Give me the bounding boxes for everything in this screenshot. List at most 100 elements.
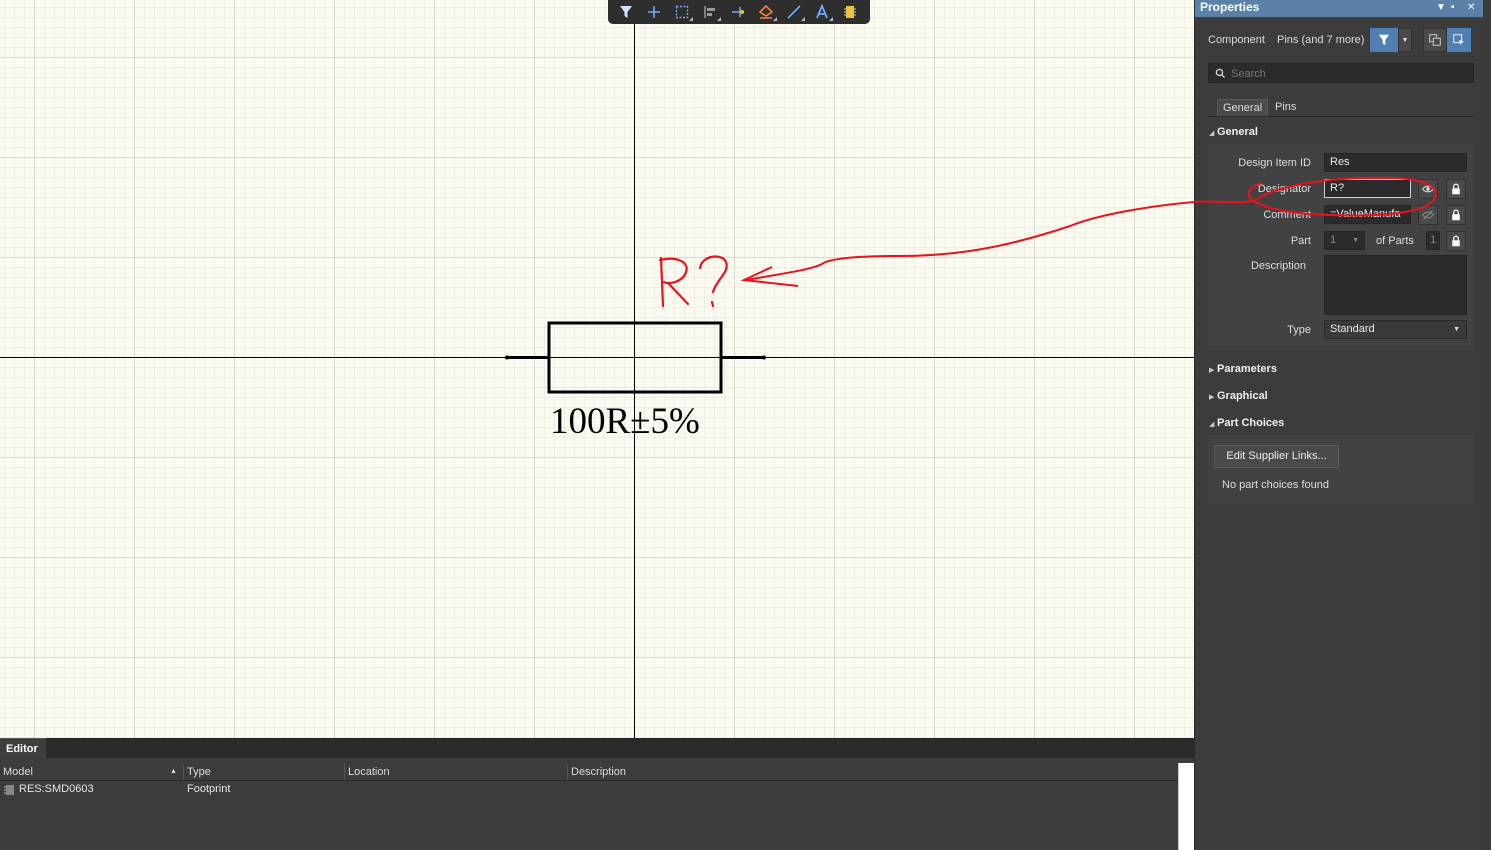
properties-title-bar: Properties ▼ ▪ ✕ [1195, 0, 1483, 17]
search-input[interactable] [1229, 65, 1473, 83]
chevron-down-icon: ▼ [1352, 237, 1359, 244]
column-type[interactable]: Type [187, 766, 211, 778]
properties-panel: Properties ▼ ▪ ✕ Component Pins (and 7 m… [1194, 0, 1491, 850]
cursor-select-icon [1453, 34, 1465, 46]
selection-rect-icon [675, 5, 689, 19]
filter-tool[interactable] [614, 1, 638, 23]
sort-up-icon[interactable]: ▲ [170, 768, 177, 775]
place-ieee-tool[interactable] [754, 1, 778, 23]
comment-lock-toggle[interactable] [1446, 205, 1466, 225]
paste-properties-button[interactable] [1447, 28, 1471, 52]
search-box[interactable] [1208, 63, 1474, 83]
type-value: Standard [1330, 323, 1375, 335]
panel-menu-icon[interactable]: ▼ [1436, 0, 1446, 15]
footprint-icon [4, 785, 14, 795]
object-scope-label: Pins (and 7 more) [1277, 34, 1365, 46]
of-parts-label: of Parts [1376, 235, 1414, 247]
part-lock-toggle[interactable] [1446, 231, 1466, 251]
column-model[interactable]: Model [3, 766, 33, 778]
place-part-tool[interactable] [838, 1, 862, 23]
expand-arrow-icon: ▶ [1209, 367, 1215, 374]
no-part-choices-message: No part choices found [1222, 479, 1330, 491]
designator-lock-toggle[interactable] [1446, 179, 1466, 199]
line-icon [787, 5, 801, 19]
row-model: RES:SMD0603 [19, 783, 94, 795]
editor-tab[interactable]: Editor [0, 738, 46, 758]
table-row[interactable]: RES:SMD0603 Footprint [0, 782, 1178, 798]
lock-icon [1452, 209, 1460, 221]
part-value: 1 [1330, 234, 1337, 246]
close-icon[interactable]: ✕ [1467, 0, 1475, 15]
place-pin-tool[interactable] [726, 1, 750, 23]
select-tool[interactable] [670, 1, 694, 23]
annotation-scribble [658, 255, 728, 308]
comment-label: Comment [1263, 209, 1311, 221]
section-graphical-header[interactable]: ▶ Graphical [1209, 390, 1268, 402]
designator-visibility-toggle[interactable] [1418, 179, 1438, 199]
part-icon [844, 6, 856, 18]
align-icon [704, 6, 715, 18]
description-field[interactable] [1324, 255, 1467, 315]
schematic-drawing [0, 0, 1194, 738]
object-kind-label: Component [1208, 34, 1265, 46]
filter-icon [620, 6, 632, 18]
designator-label: Designator [1257, 183, 1311, 195]
description-label: Description [1250, 260, 1306, 272]
search-icon [1215, 68, 1226, 79]
editor-scrollbar[interactable] [1178, 763, 1194, 850]
crosshair-icon [648, 6, 660, 18]
align-tool[interactable] [698, 1, 722, 23]
pin-icon[interactable]: ▪ [1451, 0, 1455, 15]
section-part-choices-header[interactable]: ◢ Part Choices [1209, 417, 1284, 429]
column-location[interactable]: Location [348, 766, 390, 778]
comment-field[interactable]: =ValueManufa [1324, 205, 1411, 224]
type-label: Type [1287, 324, 1311, 336]
design-item-id-field[interactable]: Res [1324, 153, 1467, 172]
place-text-tool[interactable] [810, 1, 834, 23]
annotation-arrow-line [745, 201, 1194, 281]
part-choices-body: Edit Supplier Links... No part choices f… [1208, 435, 1473, 505]
edit-supplier-links-button[interactable]: Edit Supplier Links... [1214, 445, 1339, 468]
move-tool[interactable] [642, 1, 666, 23]
tab-general[interactable]: General [1217, 99, 1269, 116]
of-parts-field: 1 [1426, 231, 1440, 250]
design-item-id-label: Design Item ID [1238, 157, 1311, 169]
type-select[interactable]: Standard ▼ [1324, 320, 1467, 339]
section-parameters-header[interactable]: ▶ Parameters [1209, 363, 1277, 375]
designator-field[interactable]: R? [1324, 179, 1411, 198]
collapse-arrow-icon: ◢ [1209, 130, 1215, 137]
chevron-down-icon: ▼ [1453, 326, 1460, 333]
properties-title: Properties [1200, 0, 1260, 14]
schematic-canvas[interactable]: 100R±5% [0, 0, 1194, 738]
section-general-header[interactable]: ◢ General [1209, 126, 1258, 138]
section-parameters-title: Parameters [1217, 363, 1277, 375]
section-part-choices-title: Part Choices [1217, 417, 1285, 429]
filter-dropdown-button[interactable]: ▼ [1398, 28, 1412, 52]
copy-icon [1429, 34, 1441, 46]
selection-filter-button[interactable] [1370, 28, 1398, 52]
section-graphical-title: Graphical [1217, 390, 1268, 402]
editor-panel: Model ▲ Type Location Description RES:SM… [0, 758, 1194, 850]
chevron-down-icon: ▼ [1401, 36, 1409, 44]
row-type: Footprint [187, 783, 231, 795]
eye-off-icon [1422, 210, 1434, 220]
tab-pins[interactable]: Pins [1270, 99, 1301, 116]
part-select[interactable]: 1 ▼ [1324, 231, 1365, 250]
part-label: Part [1290, 235, 1311, 247]
panel-scroll-strip[interactable] [1483, 0, 1491, 850]
lock-icon [1452, 183, 1460, 195]
text-icon [816, 4, 828, 19]
resistor-comment-label[interactable]: 100R±5% [550, 400, 700, 444]
comment-visibility-toggle[interactable] [1418, 205, 1438, 225]
canvas-toolbar [608, 0, 870, 24]
ieee-symbol-icon [758, 4, 774, 19]
place-line-tool[interactable] [782, 1, 806, 23]
properties-tabs: General Pins [1208, 98, 1473, 117]
eye-icon [1422, 185, 1434, 193]
copy-properties-button[interactable] [1423, 28, 1447, 52]
expand-arrow-icon: ▶ [1209, 394, 1215, 401]
lock-icon [1452, 235, 1460, 247]
collapse-arrow-icon: ◢ [1209, 421, 1215, 428]
column-description[interactable]: Description [571, 766, 626, 778]
general-section-body: Design Item ID Res Designator R? Comment… [1208, 143, 1473, 350]
